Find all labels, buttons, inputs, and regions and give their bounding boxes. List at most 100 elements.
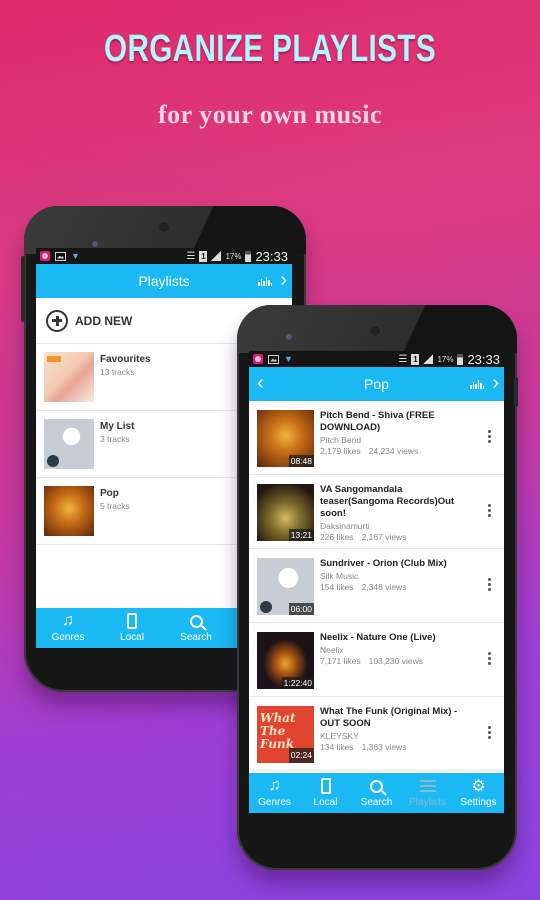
track-item[interactable]: What The Funk 02:24 What The Funk (Origi… xyxy=(249,697,504,771)
nav-genres[interactable]: ♫ Genres xyxy=(36,608,100,648)
track-art: What The Funk 02:24 xyxy=(257,706,314,763)
track-likes: 154 likes xyxy=(320,582,354,592)
nav-local[interactable]: Local xyxy=(100,608,164,648)
track-title: Pitch Bend - Shiva (FREE DOWNLOAD) xyxy=(320,410,435,433)
promo-headline: ORGANIZE PLAYLISTS xyxy=(103,28,437,70)
status-time: 23:33 xyxy=(255,248,288,264)
track-artist: Silk Music xyxy=(320,571,359,581)
playlist-track-count: 13 tracks xyxy=(100,367,135,377)
app-notification-icon xyxy=(253,354,263,364)
track-duration: 06:00 xyxy=(288,603,314,615)
playlist-name: Favourites xyxy=(100,354,151,365)
playlist-name: Pop xyxy=(100,488,119,499)
playlist-track-count: 5 tracks xyxy=(100,501,130,511)
battery-percent: 17% xyxy=(437,354,454,364)
track-duration: 02:24 xyxy=(288,748,314,763)
nav-label: Genres xyxy=(51,632,85,643)
equalizer-icon[interactable] xyxy=(258,276,272,289)
track-artist: Pitch Bend xyxy=(320,435,362,445)
track-views: 1,363 views xyxy=(361,742,407,752)
nav-playlists[interactable]: Playlists xyxy=(402,773,453,813)
nav-search[interactable]: Search xyxy=(351,773,402,813)
signal-icon xyxy=(211,251,222,261)
track-item[interactable]: 13:21 VA Sangomandala teaser(Sangoma Rec… xyxy=(249,475,504,549)
chevron-right-icon[interactable]: › xyxy=(280,269,287,292)
track-art: 06:00 xyxy=(257,558,314,615)
nav-label: Search xyxy=(360,797,393,808)
track-item[interactable]: 1:22:40 Neelix - Nature One (Live) Neeli… xyxy=(249,623,504,697)
more-vert-icon[interactable] xyxy=(488,430,492,443)
music-note-icon: ♫ xyxy=(62,612,74,629)
phone-right: ▼ ☰ 1 17% 23:33 ‹ Pop › 08:48 Pitch Bend… xyxy=(237,305,518,870)
image-notification-icon xyxy=(55,251,66,261)
sim-icon: 1 xyxy=(411,353,420,365)
wifi-notification-icon: ▼ xyxy=(71,251,80,261)
track-duration: 08:48 xyxy=(288,455,314,467)
track-art: 1:22:40 xyxy=(257,632,314,689)
track-duration: 1:22:40 xyxy=(281,677,314,689)
wifi-notification-icon: ▼ xyxy=(284,354,293,364)
back-chevron-icon[interactable]: ‹ xyxy=(257,372,264,395)
gear-icon: ⚙ xyxy=(471,778,486,795)
track-likes: 2,179 likes xyxy=(320,446,361,456)
track-title: What The Funk (Original Mix) - OUT SOON xyxy=(320,706,458,729)
nav-label: Search xyxy=(180,632,212,643)
wifi-icon: ☰ xyxy=(398,353,408,365)
nav-settings[interactable]: ⚙ Settings xyxy=(453,773,504,813)
track-art: 13:21 xyxy=(257,484,314,541)
track-title: Neelix - Nature One (Live) xyxy=(320,632,436,643)
nav-local[interactable]: Local xyxy=(300,773,351,813)
track-views: 24,234 views xyxy=(368,446,419,456)
track-title: Sundriver - Orion (Club Mix) xyxy=(320,558,447,569)
nav-label: Playlists xyxy=(409,797,446,808)
wifi-icon: ☰ xyxy=(186,250,196,262)
track-item[interactable]: 08:48 Pitch Bend - Shiva (FREE DOWNLOAD)… xyxy=(249,401,504,475)
pop-playlist-screen: ▼ ☰ 1 17% 23:33 ‹ Pop › 08:48 Pitch Bend… xyxy=(249,351,504,813)
battery-icon xyxy=(457,353,464,365)
screen-title: Playlists xyxy=(138,273,190,289)
phone-icon xyxy=(320,776,331,796)
track-artist: Daksinamurti xyxy=(320,521,370,531)
app-bar: Playlists › xyxy=(36,264,292,298)
music-note-icon: ♫ xyxy=(268,777,281,794)
phone-icon xyxy=(127,611,137,631)
more-vert-icon[interactable] xyxy=(488,652,492,665)
pop-art xyxy=(44,486,94,536)
list-icon xyxy=(419,776,436,796)
nav-label: Local xyxy=(120,632,144,643)
power-button xyxy=(514,377,518,407)
my-list-art xyxy=(44,419,94,469)
chevron-right-icon[interactable]: › xyxy=(492,372,499,395)
track-item[interactable]: 06:00 Sundriver - Orion (Club Mix) Silk … xyxy=(249,549,504,623)
nav-genres[interactable]: ♫ Genres xyxy=(249,773,300,813)
track-views: 103,230 views xyxy=(368,656,423,666)
app-bar: ‹ Pop › xyxy=(249,367,504,401)
search-icon xyxy=(370,776,383,796)
more-vert-icon[interactable] xyxy=(488,578,492,591)
promo-subline: for your own music xyxy=(158,100,382,129)
more-vert-icon[interactable] xyxy=(488,504,492,517)
album-art-text: What The Funk xyxy=(260,711,296,751)
track-duration: 13:21 xyxy=(288,529,314,541)
track-likes: 7,171 likes xyxy=(320,656,361,666)
track-artist: Neelix xyxy=(320,645,344,655)
nav-label: Settings xyxy=(460,797,497,808)
nav-search[interactable]: Search xyxy=(164,608,228,648)
more-vert-icon[interactable] xyxy=(488,726,492,739)
front-camera xyxy=(286,334,292,340)
track-art: 08:48 xyxy=(257,410,314,467)
track-likes: 226 likes xyxy=(320,532,354,542)
battery-percent: 17% xyxy=(225,251,242,261)
screen-title: Pop xyxy=(364,376,389,392)
bottom-nav: ♫ Genres Local Search Playlists ⚙ Settin… xyxy=(249,773,504,813)
nav-label: Local xyxy=(313,797,338,808)
track-title: VA Sangomandala teaser(Sangoma Records)O… xyxy=(320,484,455,519)
favourites-art xyxy=(44,352,94,402)
status-time: 23:33 xyxy=(467,351,500,367)
front-camera xyxy=(92,241,98,247)
track-views: 2,348 views xyxy=(361,582,407,592)
earpiece-speaker xyxy=(157,220,171,234)
plus-circle-icon xyxy=(46,309,68,332)
track-artist: KLEYSKY xyxy=(320,731,359,741)
equalizer-icon[interactable] xyxy=(470,379,484,392)
